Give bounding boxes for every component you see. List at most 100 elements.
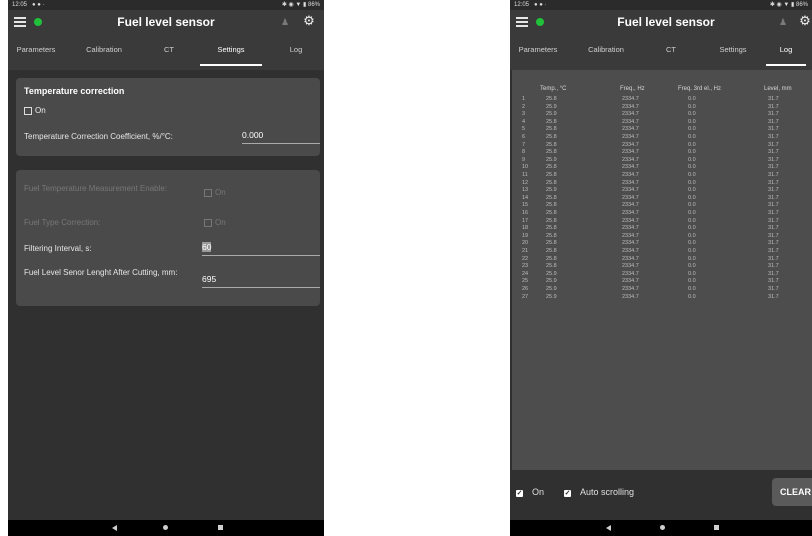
row-level: 31.7 xyxy=(768,255,779,262)
auto-scrolling-label: Auto scrolling xyxy=(580,487,635,497)
row-freq-3rd: 0.0 xyxy=(688,164,696,171)
gear-icon[interactable]: ⚙ xyxy=(302,14,316,28)
row-freq-3rd: 0.0 xyxy=(688,149,696,156)
log-row: 20 25.8 2334.7 0.0 31.7 xyxy=(512,240,812,248)
tab-parameters[interactable]: Parameters xyxy=(8,34,64,70)
log-row: 9 25.9 2334.7 0.0 31.7 xyxy=(512,157,812,165)
temperature-on-checkbox[interactable]: On xyxy=(24,106,46,115)
row-freq: 2334.7 xyxy=(622,210,639,216)
row-freq: 2334.7 xyxy=(622,286,639,292)
temperature-correction-card: Temperature correction On Temperature Co… xyxy=(16,78,320,156)
row-index: 24 xyxy=(522,270,529,277)
row-freq-3rd: 0.0 xyxy=(688,286,696,292)
fuel-type-checkbox[interactable]: On xyxy=(204,218,226,227)
tab-settings[interactable]: Settings xyxy=(696,34,770,70)
row-freq: 2334.7 xyxy=(622,103,639,110)
recents-icon[interactable] xyxy=(714,525,719,530)
coeff-label: Temperature Correction Coefficient, %/°C… xyxy=(24,132,173,141)
gear-icon[interactable]: ⚙ xyxy=(798,14,812,28)
row-index: 25 xyxy=(522,278,529,285)
row-index: 5 xyxy=(522,126,526,133)
auto-scrolling-checkbox[interactable]: ✓ xyxy=(564,490,571,497)
tab-settings[interactable]: Settings xyxy=(194,34,268,70)
row-temp: 25.8 xyxy=(546,118,557,125)
coeff-input[interactable]: 0.000 xyxy=(242,130,320,144)
fuel-type-label: Fuel Type Correction: xyxy=(24,218,101,227)
tab-bar: Parameters Calibration CT Settings Log xyxy=(510,34,812,70)
fuel-temp-checkbox[interactable]: On xyxy=(204,188,226,197)
row-level: 31.7 xyxy=(768,248,779,254)
tab-log[interactable]: Log xyxy=(760,34,812,70)
row-index: 4 xyxy=(522,118,526,125)
row-level: 31.7 xyxy=(768,202,779,209)
log-row: 12 25.8 2334.7 0.0 31.7 xyxy=(512,180,812,188)
row-temp: 25.8 xyxy=(546,255,557,262)
length-input[interactable]: 695 xyxy=(202,274,320,288)
row-temp: 25.8 xyxy=(546,248,557,254)
person-icon[interactable]: ♟ xyxy=(778,16,788,28)
tab-calibration[interactable]: Calibration xyxy=(566,34,646,70)
log-screen: 12:05 ● ● · ✱ ◉ ▼ ▮ 86% Fuel level senso… xyxy=(510,0,812,536)
tab-calibration[interactable]: Calibration xyxy=(64,34,144,70)
row-index: 16 xyxy=(522,210,529,216)
row-index: 12 xyxy=(522,179,529,186)
row-level: 31.7 xyxy=(768,111,779,118)
row-level: 31.7 xyxy=(768,217,779,224)
row-freq: 2334.7 xyxy=(622,118,639,125)
recents-icon[interactable] xyxy=(218,525,223,530)
row-temp: 25.9 xyxy=(546,111,557,118)
row-temp: 25.8 xyxy=(546,210,557,216)
row-temp: 25.8 xyxy=(546,263,557,270)
row-level: 31.7 xyxy=(768,141,779,148)
row-freq: 2334.7 xyxy=(622,202,639,209)
row-level: 31.7 xyxy=(768,232,779,239)
row-temp: 25.8 xyxy=(546,194,557,201)
notification-icons: ● ● · xyxy=(534,2,547,8)
row-temp: 25.9 xyxy=(546,103,557,110)
system-nav-bar xyxy=(510,520,812,536)
log-table[interactable]: Temp., °C Freq., Hz Freq. 3rd el., Hz Le… xyxy=(512,70,812,470)
tab-parameters[interactable]: Parameters xyxy=(510,34,566,70)
app-bar: Fuel level sensor ♟ ⚙ xyxy=(510,10,812,34)
on-checkbox[interactable]: ✓ xyxy=(516,490,523,497)
status-time: 12:05 xyxy=(12,2,28,8)
row-index: 2 xyxy=(522,103,526,110)
status-right: ✱ ◉ ▼ ▮ 86% xyxy=(769,2,808,8)
log-row: 7 25.8 2334.7 0.0 31.7 xyxy=(512,142,812,150)
tab-ct[interactable]: CT xyxy=(144,34,194,70)
status-bar: 12:05 ● ● · ✱ ◉ ▼ ▮ 86% xyxy=(510,0,812,10)
person-icon[interactable]: ♟ xyxy=(280,16,290,28)
row-freq: 2334.7 xyxy=(622,263,639,270)
row-temp: 25.8 xyxy=(546,96,557,102)
row-temp: 25.9 xyxy=(546,156,557,163)
log-row: 22 25.8 2334.7 0.0 31.7 xyxy=(512,256,812,264)
row-temp: 25.8 xyxy=(546,217,557,224)
row-freq: 2334.7 xyxy=(622,149,639,156)
log-row: 8 25.8 2334.7 0.0 31.7 xyxy=(512,149,812,157)
row-temp: 25.8 xyxy=(546,134,557,140)
row-temp: 25.8 xyxy=(546,164,557,171)
row-temp: 25.9 xyxy=(546,278,557,285)
filter-input[interactable]: 60 xyxy=(202,242,320,256)
tab-ct[interactable]: CT xyxy=(646,34,696,70)
row-index: 21 xyxy=(522,248,529,254)
filter-label: Filtering Interval, s: xyxy=(24,244,92,253)
column-header-level: Level, mm xyxy=(764,86,792,92)
checkbox-icon xyxy=(204,188,212,197)
length-label: Fuel Level Senor Lenght After Cutting, m… xyxy=(24,268,178,277)
clear-button[interactable]: CLEAR xyxy=(772,478,812,506)
log-row: 5 25.8 2334.7 0.0 31.7 xyxy=(512,126,812,134)
row-level: 31.7 xyxy=(768,210,779,216)
tab-log[interactable]: Log xyxy=(268,34,324,70)
row-freq-3rd: 0.0 xyxy=(688,187,696,194)
log-row: 15 25.8 2334.7 0.0 31.7 xyxy=(512,202,812,210)
row-index: 13 xyxy=(522,187,529,194)
back-icon[interactable] xyxy=(112,525,117,531)
row-freq: 2334.7 xyxy=(622,255,639,262)
home-icon[interactable] xyxy=(660,525,665,530)
home-icon[interactable] xyxy=(163,525,168,530)
row-index: 15 xyxy=(522,202,529,209)
row-freq: 2334.7 xyxy=(622,164,639,171)
log-row: 27 25.9 2334.7 0.0 31.7 xyxy=(512,294,812,302)
back-icon[interactable] xyxy=(606,525,611,531)
